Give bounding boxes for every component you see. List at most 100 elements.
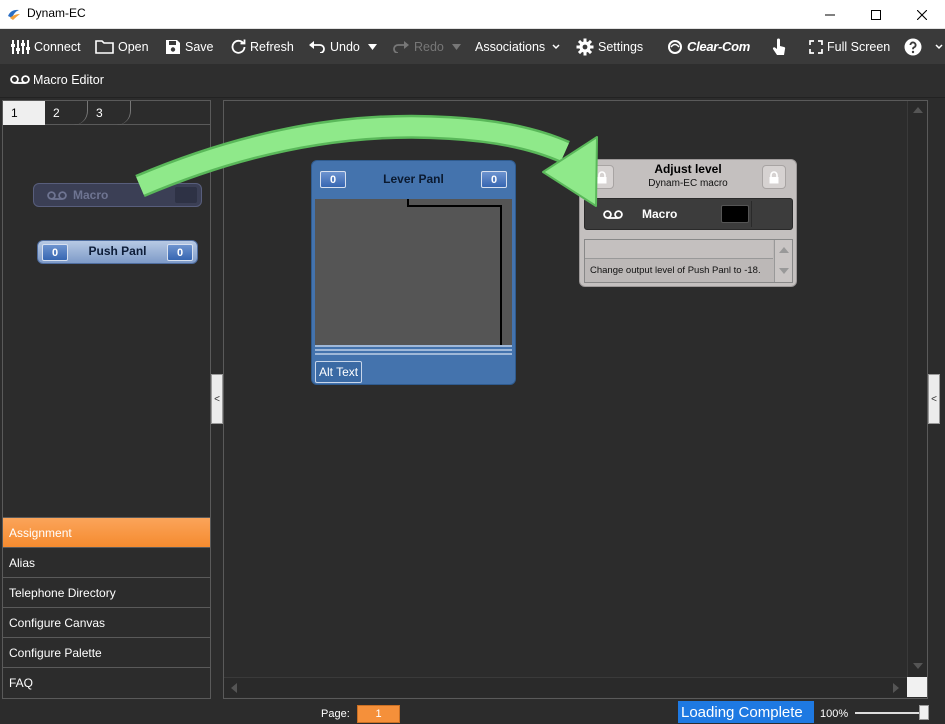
macro-row[interactable]: Macro — [584, 198, 793, 230]
clear-com-logo: Clear-Com — [667, 29, 750, 64]
page-number-field[interactable]: 1 — [357, 705, 400, 723]
macro-row-label: Macro — [642, 207, 678, 221]
palette-macro-label: Macro — [73, 188, 109, 202]
palette-tab-1[interactable]: 1 — [3, 101, 45, 125]
redo-button[interactable]: Redo — [392, 29, 444, 64]
palette-tabs: 1 2 3 — [3, 101, 210, 125]
save-icon — [166, 39, 180, 54]
full-screen-label: Full Screen — [827, 39, 891, 54]
macro-description-scrollbar[interactable] — [774, 240, 792, 282]
zoom-level-label: 100% — [820, 708, 849, 720]
scroll-right-icon — [893, 683, 899, 693]
macro-color-indicator[interactable] — [721, 205, 749, 223]
maximize-icon — [871, 9, 881, 20]
menu-item-telephone-directory[interactable]: Telephone Directory — [3, 577, 210, 607]
refresh-icon — [231, 39, 246, 54]
menu-item-configure-palette[interactable]: Configure Palette — [3, 637, 210, 667]
canvas-horizontal-scrollbar[interactable] — [224, 677, 907, 697]
scroll-up-icon — [913, 107, 923, 113]
main-toolbar: Connect Open Save Refresh Undo Redo Asso… — [0, 29, 945, 64]
macro-description-text: Change output level of Push Panl to -18. — [590, 265, 761, 276]
scroll-up-icon — [779, 247, 789, 253]
menu-item-faq[interactable]: FAQ — [3, 667, 210, 697]
full-screen-icon — [809, 39, 823, 54]
gear-icon — [576, 38, 594, 55]
lever-panel-widget[interactable]: 0 Lever Panl 0 Alt Text — [311, 160, 516, 385]
refresh-button[interactable]: Refresh — [231, 29, 294, 64]
lever-stripes — [315, 345, 512, 355]
title-bar: Dynam-EC — [0, 0, 945, 29]
macro-icon — [47, 190, 67, 200]
scroll-down-icon — [779, 268, 789, 274]
palette-macro-widget[interactable]: Macro — [33, 183, 202, 207]
alt-text-button[interactable]: Alt Text — [315, 361, 363, 383]
macro-icon — [10, 75, 30, 84]
caret-down-icon — [368, 43, 377, 50]
page-label: Page: — [321, 708, 350, 720]
scroll-left-icon — [231, 683, 237, 693]
save-button[interactable]: Save — [165, 29, 214, 64]
redo-icon — [393, 41, 409, 53]
palette-macro-indicator — [175, 187, 197, 203]
macro-description-box[interactable]: Change output level of Push Panl to -18. — [584, 239, 793, 283]
menu-item-alias[interactable]: Alias — [3, 547, 210, 577]
maximize-button[interactable] — [853, 0, 899, 29]
lever-panel-right-value[interactable]: 0 — [481, 171, 507, 188]
zoom-slider-thumb[interactable] — [919, 705, 929, 720]
caret-down-icon — [452, 43, 461, 50]
macro-icon — [603, 210, 623, 219]
clear-com-logo-text: Clear-Com — [687, 39, 751, 54]
menu-item-assignment[interactable]: Assignment — [3, 517, 210, 547]
palette-panel: 1 2 3 Macro 0 Push Panl 0 Assignment Ali… — [2, 100, 211, 699]
redo-label: Redo — [414, 39, 444, 54]
collapse-palette-button[interactable]: < — [211, 374, 223, 424]
menu-item-configure-canvas[interactable]: Configure Canvas — [3, 607, 210, 637]
chevron-down-icon — [935, 43, 943, 49]
help-button[interactable] — [904, 29, 945, 64]
settings-label: Settings — [598, 39, 644, 54]
clear-com-logo-icon — [668, 39, 682, 54]
minimize-icon — [825, 14, 835, 15]
right-lock-button[interactable] — [762, 165, 786, 189]
macro-editor-label: Macro Editor — [33, 73, 104, 87]
close-icon — [917, 9, 927, 20]
minimize-button[interactable] — [807, 0, 853, 29]
connect-button[interactable]: Connect — [10, 29, 81, 64]
undo-label: Undo — [330, 39, 360, 54]
lever-track-outline — [407, 199, 502, 345]
status-bar: Page: 1 Loading Complete 100% — [0, 699, 945, 724]
full-screen-button[interactable]: Full Screen — [809, 29, 890, 64]
save-label: Save — [185, 39, 214, 54]
macro-panel[interactable]: Adjust level Dynam-EC macro Macro Change… — [579, 159, 797, 287]
open-label: Open — [118, 39, 149, 54]
touch-hand-icon — [772, 38, 786, 55]
open-button[interactable]: Open — [95, 29, 149, 64]
macro-row-divider — [751, 201, 752, 227]
chevron-down-icon — [552, 43, 560, 49]
redo-dropdown[interactable] — [452, 29, 465, 64]
canvas-vertical-scrollbar[interactable] — [907, 101, 927, 677]
associations-menu[interactable]: Associations — [475, 29, 564, 64]
push-panel-right-value[interactable]: 0 — [167, 244, 193, 261]
macro-description-header — [585, 240, 773, 259]
scroll-down-icon — [913, 663, 923, 669]
window-title: Dynam-EC — [27, 6, 86, 20]
connect-label: Connect — [34, 39, 81, 54]
palette-tab-2[interactable]: 2 — [45, 101, 88, 125]
scrollbar-corner — [907, 677, 927, 697]
undo-button[interactable]: Undo — [308, 29, 360, 64]
app-logo-icon — [8, 9, 20, 20]
palette-push-panel-widget[interactable]: 0 Push Panl 0 — [37, 240, 198, 264]
connect-icon — [11, 39, 30, 54]
touch-mode-button[interactable] — [771, 29, 791, 64]
undo-dropdown[interactable] — [368, 29, 381, 64]
zoom-slider-track[interactable] — [855, 712, 925, 714]
settings-button[interactable]: Settings — [576, 29, 643, 64]
collapse-properties-button[interactable]: < — [928, 374, 940, 424]
lever-area[interactable] — [315, 199, 512, 345]
palette-tab-3[interactable]: 3 — [88, 101, 131, 125]
associations-label: Associations — [475, 39, 546, 54]
lock-icon — [769, 170, 779, 183]
refresh-label: Refresh — [250, 39, 294, 54]
close-button[interactable] — [899, 0, 945, 29]
